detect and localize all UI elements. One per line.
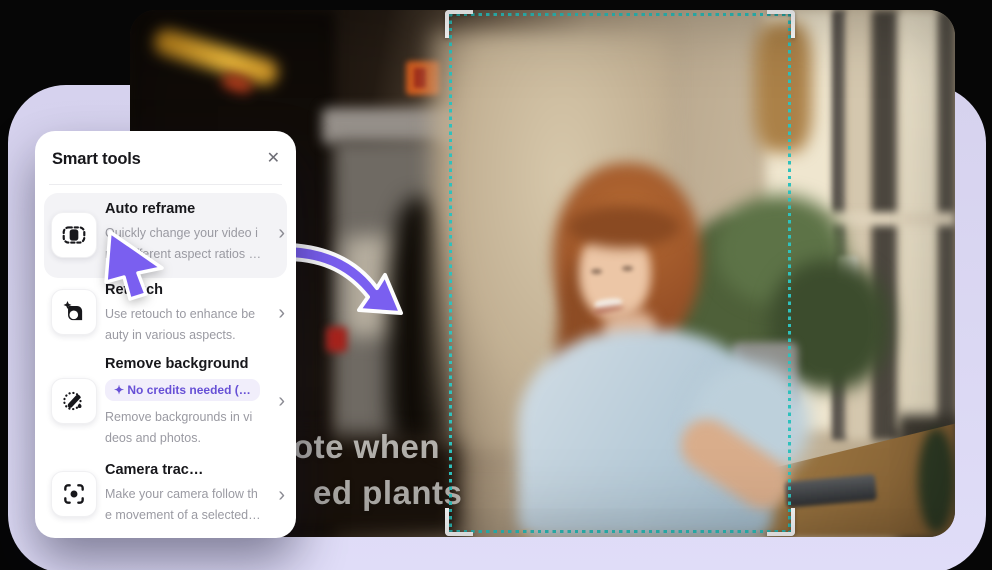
chevron-right-icon[interactable]: › <box>278 485 285 505</box>
tool-description: Make your camera follow th e movement of… <box>105 484 287 526</box>
panel-header: Smart tools ✕ <box>52 144 282 174</box>
editor-stage: ote when ed plants Smart tools ✕ <box>0 0 992 570</box>
tutorial-arrow-icon <box>287 213 422 328</box>
remove-background-icon <box>61 388 87 414</box>
tool-description: Use retouch to enhance be auty in variou… <box>105 304 287 346</box>
chevron-right-icon[interactable]: › <box>278 303 285 323</box>
tool-title: Camera trac… <box>105 462 203 478</box>
tool-title: Remove background <box>105 356 248 372</box>
tool-title: Auto reframe <box>105 201 195 217</box>
close-icon[interactable]: ✕ <box>265 149 282 169</box>
tool-description: Remove backgrounds in vi deos and photos… <box>105 407 287 449</box>
panel-title: Smart tools <box>52 150 141 169</box>
retouch-icon <box>61 299 87 325</box>
chevron-right-icon[interactable]: › <box>278 223 285 243</box>
smart-tools-panel: Smart tools ✕ Auto reframe Quickly chang… <box>35 131 296 538</box>
cursor-pointer-icon <box>96 228 168 306</box>
chevron-right-icon[interactable]: › <box>278 391 285 411</box>
no-credits-badge: ✦ No credits needed (… <box>105 379 260 401</box>
camera-tracking-icon <box>61 481 87 507</box>
auto-reframe-icon <box>61 222 87 248</box>
divider <box>49 184 282 185</box>
